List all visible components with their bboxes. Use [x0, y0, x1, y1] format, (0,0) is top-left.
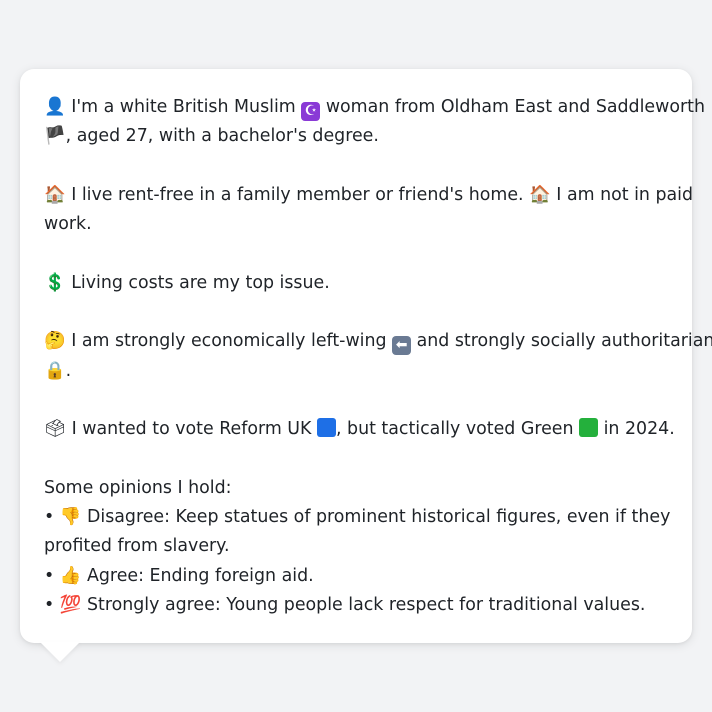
chat-stage: 👤 I'm a white British Muslim ☪ woman fro…: [0, 0, 712, 712]
politics-text-2: and strongly socially authoritarian: [416, 331, 712, 352]
hundred-points-icon: 💯: [59, 595, 82, 616]
england-flag-icon: 🏴: [44, 126, 66, 147]
bullet: •: [44, 595, 55, 616]
bubble-tail: [40, 642, 80, 662]
vote-paragraph: 🗳 I wanted to vote Reform UK , but tacti…: [44, 415, 675, 444]
ballot-box-icon: 🗳: [44, 419, 67, 440]
opinion-2-text: Agree: Ending foreign aid.: [86, 565, 314, 586]
thumbs-up-icon: 👍: [59, 565, 82, 586]
opinion-1-text: Disagree: Keep statues of prominent hist…: [86, 507, 671, 528]
issue-text: Living costs are my top issue.: [71, 272, 330, 293]
housing-paragraph: 🏠 I live rent-free in a family member or…: [44, 181, 693, 240]
message-bubble: 👤 I'm a white British Muslim ☪ woman fro…: [20, 69, 712, 643]
politics-text: I am strongly economically left-wing: [71, 331, 387, 352]
politics-text-3: .: [65, 360, 72, 381]
identity-text-2: woman from Oldham East and Saddleworth: [325, 97, 705, 117]
housing-text: I live rent-free in a family member or f…: [71, 184, 524, 205]
identity-text: I'm a white British Muslim: [71, 97, 296, 117]
work-text-2: work.: [44, 214, 92, 235]
vote-text: I wanted to vote Reform UK: [71, 419, 312, 440]
vote-text-2: , but tactically voted Green: [335, 419, 574, 440]
person-icon: 👤: [44, 97, 66, 117]
house-icon-2: 🏠: [529, 184, 551, 205]
crescent-icon: ☪: [301, 102, 321, 121]
opinions-paragraph: Some opinions I hold: • 👎 Disagree: Keep…: [44, 474, 670, 620]
bullet: •: [44, 565, 55, 586]
opinions-header: Some opinions I hold:: [44, 477, 232, 498]
identity-paragraph: 👤 I'm a white British Muslim ☪ woman fro…: [44, 93, 705, 152]
work-text: I am not in paid: [556, 184, 694, 205]
dollar-icon: 💲: [44, 272, 66, 293]
reform-square-icon: [316, 418, 336, 438]
thinking-icon: 🤔: [44, 331, 66, 352]
green-square-icon: [579, 418, 599, 438]
identity-text-3: , aged 27, with a bachelor's degree.: [65, 126, 379, 147]
politics-paragraph: 🤔 I am strongly economically left-wing ⬅…: [44, 327, 712, 386]
vote-text-3: in 2024.: [603, 419, 675, 440]
issue-paragraph: 💲 Living costs are my top issue.: [44, 269, 670, 298]
bullet: •: [44, 507, 55, 528]
thumbs-down-icon: 👎: [59, 507, 82, 528]
house-icon: 🏠: [44, 184, 66, 205]
lock-icon: 🔒: [44, 360, 66, 381]
opinion-1-text-2: profited from slavery.: [44, 536, 230, 557]
left-arrow-icon: ⬅: [392, 336, 412, 356]
opinion-3-text: Strongly agree: Young people lack respec…: [86, 595, 646, 616]
